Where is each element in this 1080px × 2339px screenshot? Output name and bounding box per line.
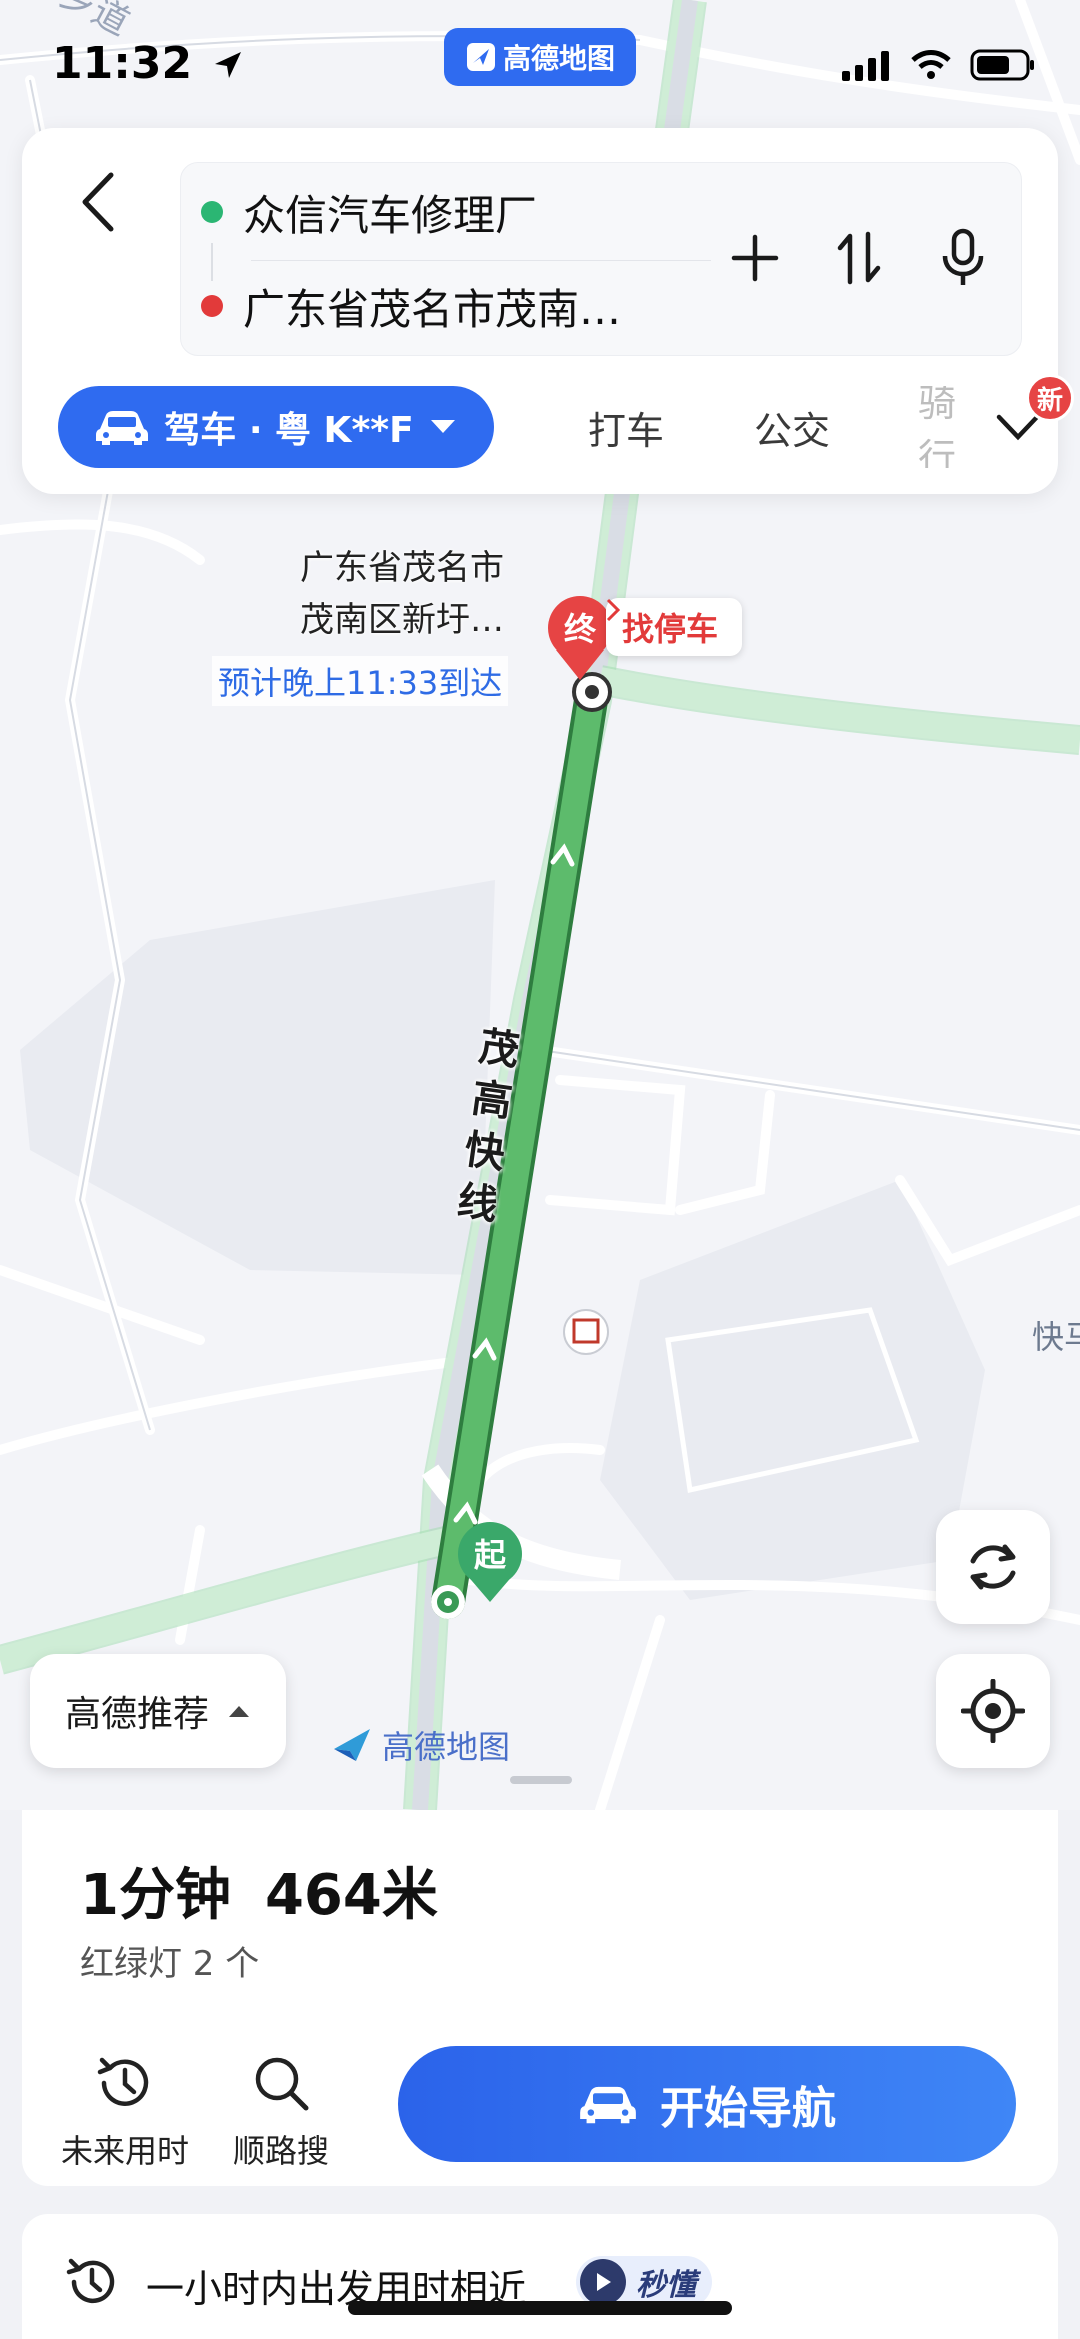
caret-down-icon: [430, 420, 455, 433]
along-route-search-label: 顺路搜: [232, 2132, 329, 2170]
locate-icon: [961, 1679, 1025, 1743]
divider: [251, 260, 711, 261]
battery-icon: [970, 49, 1034, 81]
along-route-search-button[interactable]: 顺路搜: [206, 2048, 356, 2172]
clock-icon: [64, 2254, 120, 2314]
status-bar: 11:32 高德地图: [0, 0, 1080, 130]
start-dot-icon: [201, 201, 223, 223]
sheet-drag-handle[interactable]: [510, 1776, 572, 1784]
end-dot-icon: [201, 295, 223, 317]
start-navigation-label: 开始导航: [660, 2083, 836, 2134]
play-icon: [580, 2259, 626, 2305]
route-preference-label: 高德推荐: [64, 1694, 209, 1735]
route-summary: 1分钟 464米: [80, 1850, 438, 1931]
history-clock-icon: [50, 2048, 200, 2118]
swap-route-button[interactable]: [831, 223, 887, 293]
locate-me-button[interactable]: [936, 1654, 1050, 1768]
map-watermark: 高德地图: [330, 1722, 510, 1768]
app-pill[interactable]: 高德地图: [444, 28, 636, 86]
status-time: 11:32: [52, 38, 245, 89]
find-parking-label: 找停车: [622, 610, 719, 648]
tab-drive[interactable]: 驾车 · 粤 K**F: [58, 386, 494, 468]
future-time-label: 未来用时: [60, 2132, 189, 2170]
app-pill-label: 高德地图: [502, 42, 615, 75]
explain-tag-label: 秒懂: [636, 2268, 696, 2303]
new-badge: 新: [1026, 374, 1074, 422]
signal-icon: [842, 51, 889, 81]
route-duration: 1分钟: [80, 1863, 231, 1928]
start-location-field[interactable]: 众信汽车修理厂: [201, 177, 761, 247]
voice-input-button[interactable]: [935, 223, 991, 293]
refresh-route-button[interactable]: [936, 1510, 1050, 1624]
location-arrow-icon: [215, 52, 242, 78]
find-parking-button[interactable]: 找停车: [606, 598, 743, 656]
end-location-text: 广东省茂名市茂南…: [243, 284, 622, 334]
tab-drive-label: 驾车 · 粤 K**F: [164, 410, 414, 451]
caret-up-icon: [229, 1706, 249, 1717]
amap-logo-icon: [466, 43, 495, 71]
amap-logo-icon: [334, 1729, 370, 1761]
route-summary-card[interactable]: 1分钟 464米 红绿灯 2 个 未来用时 顺路搜 开始导航: [22, 1810, 1058, 2186]
route-distance: 464米: [264, 1863, 438, 1928]
add-waypoint-button[interactable]: [727, 223, 783, 293]
wifi-icon: [911, 50, 951, 79]
end-marker-label: 终: [563, 610, 596, 648]
map-watermark-text: 高德地图: [382, 1728, 511, 1766]
car-icon: [96, 411, 149, 445]
chevron-down-icon: [996, 414, 1040, 441]
home-indicator: [348, 2301, 732, 2315]
side-road-label: 快马: [1032, 1318, 1080, 1356]
eta-label: 预计晚上11:33到达: [212, 656, 509, 706]
route-input-box: 众信汽车修理厂 广东省茂名市茂南…: [180, 162, 1022, 356]
route-card: 众信汽车修理厂 广东省茂名市茂南… 驾车 · 粤 K**F 打车 公交 骑行 新: [22, 128, 1074, 494]
status-icons: [840, 48, 1036, 82]
microphone-icon: [942, 228, 984, 285]
start-navigation-button[interactable]: 开始导航: [398, 2046, 1016, 2162]
swap-icon: [837, 231, 881, 285]
end-location-field[interactable]: 广东省茂名市茂南…: [201, 271, 761, 341]
destination-name-label[interactable]: 广东省茂名市 茂南区新圩…: [300, 542, 504, 646]
traffic-lights-count: 红绿灯 2 个: [80, 1944, 260, 1984]
chevron-left-icon: [82, 172, 114, 232]
refresh-icon: [970, 1544, 1016, 1590]
bottom-sheet: 1分钟 464米 红绿灯 2 个 未来用时 顺路搜 开始导航 一小时内出发用时相…: [0, 1810, 1080, 2339]
destination-name-line2: 茂南区新圩…: [300, 600, 504, 640]
back-button[interactable]: [62, 162, 132, 242]
search-icon: [206, 2048, 356, 2118]
start-location-text: 众信汽车修理厂: [243, 190, 538, 240]
route-actions: [727, 223, 991, 293]
future-time-button[interactable]: 未来用时: [50, 2048, 200, 2172]
car-icon: [580, 2086, 636, 2124]
destination-name-line1: 广东省茂名市: [300, 548, 504, 588]
departure-tip-card[interactable]: 一小时内出发用时相近 秒懂: [22, 2214, 1058, 2339]
start-marker-label: 起: [473, 1536, 506, 1574]
tab-taxi[interactable]: 打车: [588, 386, 664, 468]
tab-bus[interactable]: 公交: [754, 386, 830, 468]
tab-ride[interactable]: 骑行: [918, 386, 978, 468]
route-preference-button[interactable]: 高德推荐: [30, 1654, 286, 1768]
plus-icon: [731, 234, 779, 282]
travel-mode-tabs: 驾车 · 粤 K**F 打车 公交 骑行 新: [58, 374, 1074, 470]
